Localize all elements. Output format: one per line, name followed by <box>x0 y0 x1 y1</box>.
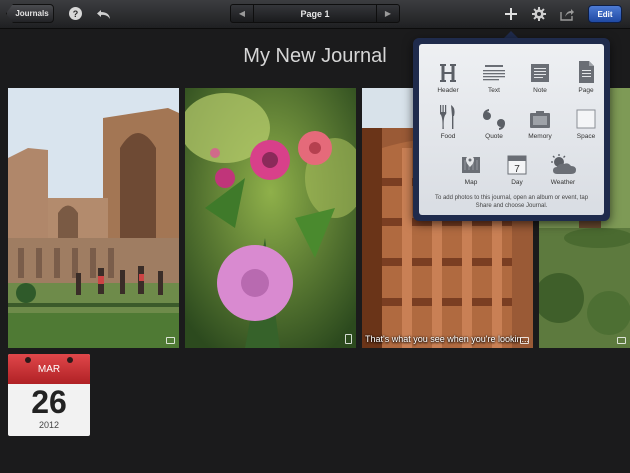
add-memory-item[interactable]: Memory <box>518 102 562 140</box>
add-day-item[interactable]: 7 Day <box>495 148 539 186</box>
calendar-header: MAR <box>8 354 90 384</box>
quote-icon <box>483 109 505 130</box>
photo-caption: That's what you see when you're lookin..… <box>365 334 530 344</box>
photo-flowers[interactable] <box>185 88 356 348</box>
photo-indicator-icon <box>166 337 175 344</box>
calendar-day: 26 <box>31 384 67 420</box>
page-icon <box>579 61 594 83</box>
journals-back-button[interactable]: Journals <box>6 4 54 23</box>
popover-item-label: Quote <box>485 133 503 140</box>
calendar-month: MAR <box>37 363 61 375</box>
calendar-ring-icon <box>67 357 73 363</box>
popover-item-label: Food <box>440 133 456 140</box>
day-icon: 7 <box>507 155 527 175</box>
popover-item-label: Text <box>488 87 500 94</box>
photo-indicator-icon <box>617 337 626 344</box>
popover-item-label: Space <box>576 133 596 140</box>
header-icon <box>440 64 456 82</box>
add-note-item[interactable]: Note <box>518 56 562 94</box>
photo-indicator-icon <box>345 334 352 344</box>
add-food-item[interactable]: Food <box>426 102 470 140</box>
popover-item-label: Map <box>464 179 478 186</box>
popover-item-label: Page <box>578 87 594 94</box>
add-page-item[interactable]: Page <box>564 56 608 94</box>
memory-icon <box>530 111 550 128</box>
edit-button[interactable]: Edit <box>588 5 622 23</box>
food-icon <box>440 105 455 129</box>
note-icon <box>531 64 549 82</box>
add-header-item[interactable]: Header <box>426 56 470 94</box>
add-item-popover: Header Text Note Page Food Quote Memory … <box>413 38 610 221</box>
add-weather-item[interactable]: Weather <box>541 148 585 186</box>
map-icon <box>462 156 480 173</box>
calendar-ring-icon <box>25 357 31 363</box>
previous-page-button[interactable]: ◀ <box>231 5 254 22</box>
popover-item-label: Day <box>511 179 523 186</box>
undo-icon[interactable] <box>96 6 112 22</box>
next-page-button[interactable]: ▶ <box>376 5 399 22</box>
photo-indicator-icon <box>520 337 529 344</box>
popover-item-label: Header <box>437 87 459 94</box>
gear-icon[interactable] <box>531 6 547 22</box>
calendar-year: 2012 <box>38 420 60 430</box>
photo-ruins[interactable] <box>8 88 179 348</box>
page-navigator: ◀ Page 1 ▶ <box>230 4 400 23</box>
add-icon[interactable] <box>503 6 519 22</box>
popover-item-label: Weather <box>550 179 576 186</box>
popover-item-label: Memory <box>528 133 552 140</box>
add-map-item[interactable]: Map <box>449 148 493 186</box>
add-space-item[interactable]: Space <box>564 102 608 140</box>
weather-icon <box>551 154 576 174</box>
add-text-item[interactable]: Text <box>472 56 516 94</box>
help-button[interactable]: ? <box>69 7 82 20</box>
calendar-date-tile[interactable]: MAR 26 2012 <box>8 354 90 436</box>
add-quote-item[interactable]: Quote <box>472 102 516 140</box>
popover-hint-text: To add photos to this journal, open an a… <box>434 195 589 209</box>
page-label: Page 1 <box>300 8 330 19</box>
day-icon-number: 7 <box>514 164 520 175</box>
space-icon <box>576 109 596 129</box>
toolbar: Journals ? ◀ Page 1 ▶ Edit <box>0 0 630 29</box>
popover-content: Header Text Note Page Food Quote Memory … <box>419 44 604 215</box>
popover-item-label: Note <box>533 87 547 94</box>
text-icon <box>483 65 505 81</box>
share-icon[interactable] <box>559 6 575 22</box>
